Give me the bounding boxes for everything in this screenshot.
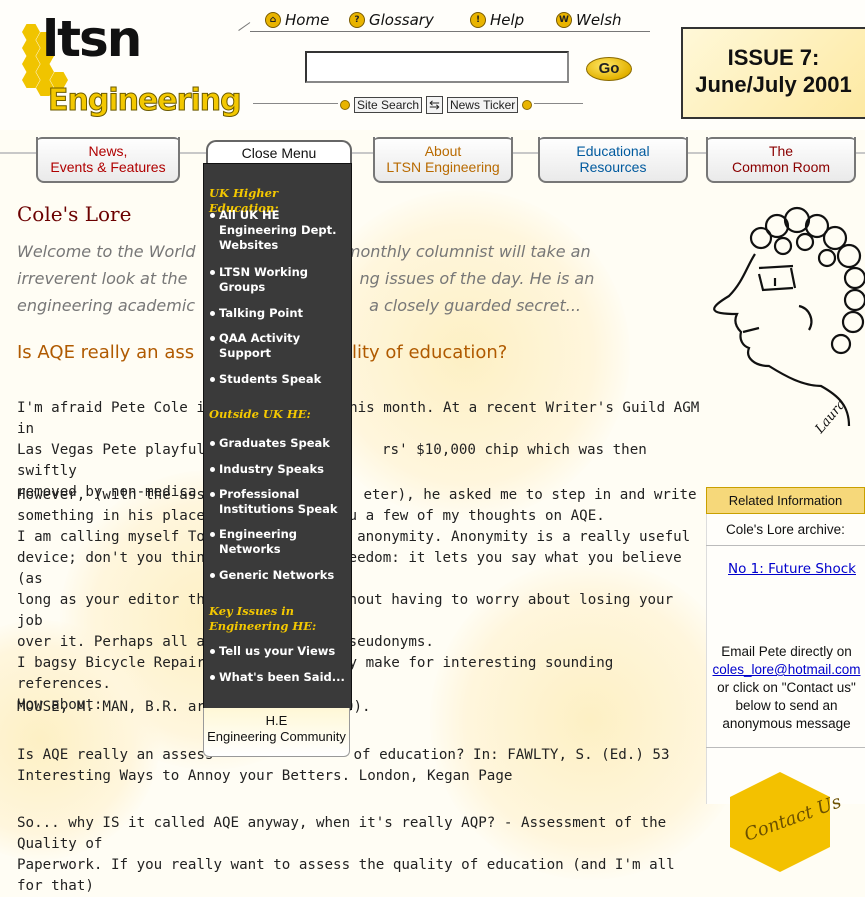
nav-help-label: Help <box>490 11 525 29</box>
menu-item-whats-been-said[interactable]: What's been Said... <box>209 670 349 685</box>
community-tab-line2: Engineering Community <box>207 729 346 744</box>
swap-arrows-icon[interactable]: ⇆ <box>426 96 443 114</box>
tab-news-label: News, Events & Features <box>50 143 166 175</box>
tab-educational-resources[interactable]: Educational Resources <box>538 137 688 183</box>
article-paragraph-3: MOUSE, M. MAN, B.R. ar 9). <box>17 699 371 715</box>
community-tab-line1: H.E <box>265 713 288 728</box>
news-ticker-radio[interactable] <box>522 100 533 110</box>
menu-item-uk-he-websites[interactable]: All UK HE Engineering Dept. Websites <box>209 208 349 253</box>
issue-date: June/July 2001 <box>695 72 852 97</box>
logo-ltsn-text: ltsn <box>42 10 142 68</box>
archive-link-future-shock[interactable]: No 1: Future Shock <box>728 561 856 577</box>
nav-home-label: Home <box>285 11 330 29</box>
related-information-heading: Related Information <box>706 487 865 514</box>
site-search-radio[interactable] <box>340 100 350 110</box>
archive-label: Cole's Lore archive: <box>726 522 845 537</box>
archive-divider <box>706 545 865 546</box>
nav-welsh-link[interactable]: W Welsh <box>556 11 622 29</box>
search-options: Site Search ⇆ News Ticker <box>338 96 535 114</box>
email-block: Email Pete directly on coles_lore@hotmai… <box>708 643 865 733</box>
tab-about-ltsn[interactable]: About LTSN Engineering <box>373 137 513 183</box>
community-menu: UK Higher Education: All UK HE Engineeri… <box>203 163 352 710</box>
menu-item-engineering-networks[interactable]: Engineering Networks <box>209 527 349 557</box>
tab-common-room-label: The Common Room <box>731 143 831 175</box>
contact-divider <box>706 747 865 748</box>
tab-about-label: About LTSN Engineering <box>386 143 500 175</box>
menu-item-professional-institutions[interactable]: Professional Institutions Speak <box>209 487 349 517</box>
nav-glossary-label: Glossary <box>369 11 434 29</box>
tab-news-events[interactable]: News, Events & Features <box>36 137 180 183</box>
intro-text: Welcome to the World Our monthly columnis… <box>17 242 595 315</box>
email-link[interactable]: coles_lore@hotmail.com <box>712 662 860 677</box>
menu-item-ltsn-working-groups[interactable]: LTSN Working Groups <box>209 265 349 295</box>
article-paragraph-4: Is AQE really an assess of education? In:… <box>17 747 670 784</box>
menu-item-generic-networks[interactable]: Generic Networks <box>209 568 349 583</box>
search-input[interactable] <box>305 51 569 83</box>
cartoon-signature: Laura <box>812 397 849 437</box>
home-icon: ⌂ <box>265 12 281 28</box>
article-paragraph-2: However, (with the assi eter), he asked m… <box>17 487 697 713</box>
email-line1: Email Pete directly on <box>721 644 852 659</box>
top-nav-rule <box>250 31 650 32</box>
issue-banner-text: ISSUE 7: June/July 2001 <box>686 44 861 98</box>
menu-item-industry-speaks[interactable]: Industry Speaks <box>209 462 349 477</box>
article-paragraph-5: So... why IS it called AQE anyway, when … <box>17 815 675 894</box>
tab-educational-label: Educational Resources <box>576 143 650 175</box>
ltsn-logo[interactable]: ltsn Engineering <box>0 0 242 125</box>
site-search-button[interactable]: Site Search <box>354 97 423 113</box>
glossary-icon: ? <box>349 12 365 28</box>
nav-glossary-link[interactable]: ? Glossary <box>349 11 434 29</box>
email-line4: below to send an <box>735 698 838 713</box>
nav-help-link[interactable]: ! Help <box>470 11 524 29</box>
menu-item-tell-us-views[interactable]: Tell us your Views <box>209 644 349 659</box>
issue-number: ISSUE 7: <box>727 45 820 70</box>
he-engineering-community-tab[interactable]: H.E Engineering Community <box>203 708 350 757</box>
menu-item-qaa-activity-support[interactable]: QAA Activity Support <box>209 331 349 361</box>
email-line3: or click on "Contact us" <box>717 680 856 695</box>
menu-item-talking-point[interactable]: Talking Point <box>209 306 349 321</box>
help-icon: ! <box>470 12 486 28</box>
page-title: Cole's Lore <box>17 202 132 226</box>
menu-item-graduates-speak[interactable]: Graduates Speak <box>209 436 349 451</box>
go-button[interactable]: Go <box>586 57 632 81</box>
columnist-cartoon: Laura <box>713 206 865 437</box>
menu-section-key-issues: Key Issues in Engineering HE: <box>209 604 317 633</box>
nav-home-link[interactable]: ⌂ Home <box>265 11 329 29</box>
email-line5: anonymous message <box>722 716 851 731</box>
close-menu-tab[interactable]: Close Menu <box>206 140 352 164</box>
news-ticker-button[interactable]: News Ticker <box>446 97 519 113</box>
welsh-icon: W <box>556 12 572 28</box>
menu-section-outside-uk: Outside UK HE: <box>209 407 311 421</box>
menu-item-students-speak[interactable]: Students Speak <box>209 372 349 387</box>
nav-welsh-label: Welsh <box>576 11 622 29</box>
tab-common-room[interactable]: The Common Room <box>706 137 856 183</box>
logo-engineering-text: Engineering <box>48 83 243 118</box>
